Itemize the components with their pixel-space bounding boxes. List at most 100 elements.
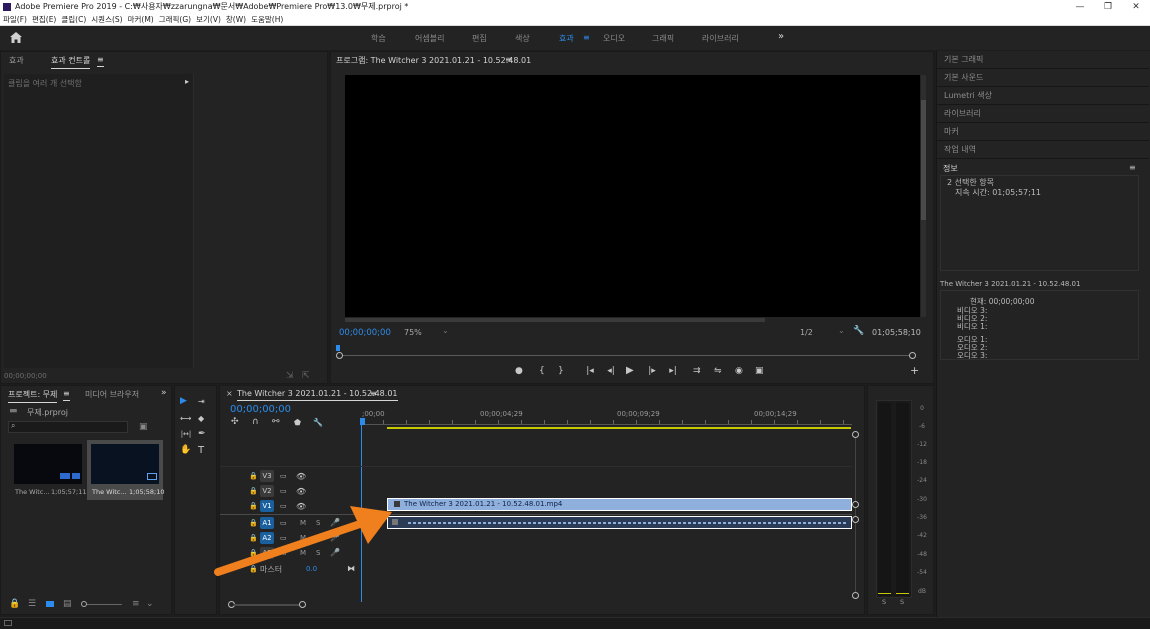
add-marker-icon[interactable]: ⬟ <box>294 418 301 427</box>
home-icon[interactable] <box>10 32 22 43</box>
timeline-vscroll-top[interactable] <box>852 431 859 438</box>
clip-end-handle[interactable] <box>852 501 859 508</box>
eye-icon[interactable]: 👁 <box>296 487 306 496</box>
sort-dropdown-icon[interactable]: ⌄ <box>146 600 154 609</box>
nest-toggle-icon[interactable]: ✣ <box>231 418 239 427</box>
mark-out-button[interactable]: } <box>558 367 564 376</box>
markers-panel[interactable]: 마커 <box>937 123 1149 141</box>
lock-icon[interactable]: 🔒 <box>9 600 20 609</box>
timeline-vscroll-bottom[interactable] <box>852 592 859 599</box>
libraries-panel[interactable]: 라이브러리 <box>937 105 1149 123</box>
scrub-left-handle[interactable] <box>336 352 343 359</box>
track-target-v3[interactable]: V3 <box>260 470 274 482</box>
resolution-select[interactable]: 1/2 <box>800 328 813 337</box>
effect-controls-menu-icon[interactable]: ≡ <box>97 55 104 67</box>
hand-tool-icon[interactable]: ✋ <box>180 446 191 455</box>
scrub-right-handle[interactable] <box>909 352 916 359</box>
restore-button[interactable]: ❐ <box>1094 0 1122 14</box>
minimize-button[interactable]: — <box>1066 0 1094 14</box>
lock-track-icon[interactable]: 🔒 <box>249 487 258 496</box>
work-area-bar[interactable] <box>387 427 851 429</box>
slip-tool-icon[interactable]: |↔| <box>178 430 194 439</box>
workspace-menu-icon[interactable]: ≡ <box>583 33 590 42</box>
audio-clip[interactable] <box>387 516 852 529</box>
info-menu-icon[interactable]: ≡ <box>1129 163 1136 172</box>
time-ruler-ticks[interactable] <box>360 420 852 425</box>
menu-file[interactable]: 파일(F) <box>3 15 27 24</box>
lock-track-icon[interactable]: 🔒 <box>249 472 258 481</box>
pen-tool-icon[interactable]: ✒ <box>198 430 206 439</box>
insert-button[interactable]: ⇉ <box>693 367 701 376</box>
selection-tool-icon[interactable]: ▶ <box>180 397 187 406</box>
razor-tool-icon[interactable]: ◆ <box>198 414 204 423</box>
video-clip[interactable]: The Witcher 3 2021.01.21 - 10.52.48.01.m… <box>387 498 852 511</box>
filter-icon[interactable]: ⇲ <box>286 372 294 381</box>
timeline-hscrollbar[interactable] <box>234 604 300 606</box>
project-search-input[interactable] <box>8 421 128 433</box>
menu-help[interactable]: 도움말(H) <box>251 15 283 24</box>
program-timecode[interactable]: 00;00;00;00 <box>339 328 391 338</box>
snap-icon[interactable]: ∩ <box>252 418 259 427</box>
add-marker-button[interactable]: ● <box>515 367 523 376</box>
eye-icon[interactable]: 👁 <box>296 472 306 481</box>
track-target-v2[interactable]: V2 <box>260 485 274 497</box>
track-select-tool-icon[interactable]: ⇥ <box>198 397 205 406</box>
timeline-vscrollbar[interactable] <box>855 438 856 592</box>
close-sequence-icon[interactable]: × <box>226 389 233 398</box>
step-back-button[interactable]: ◂| <box>604 367 618 376</box>
menu-sequence[interactable]: 시퀀스(S) <box>91 15 122 24</box>
menu-graphics[interactable]: 그래픽(G) <box>159 15 191 24</box>
icon-view-icon[interactable] <box>46 601 54 607</box>
export-frame-button[interactable]: ◉ <box>735 367 743 376</box>
timeline-timecode[interactable]: 00;00;00;00 <box>230 404 291 415</box>
new-bin-icon[interactable]: ▣ <box>139 423 148 432</box>
linked-selection-icon[interactable]: ⚯ <box>272 418 280 427</box>
zoom-slider-track[interactable] <box>87 604 122 605</box>
menu-clip[interactable]: 클립(C) <box>61 15 86 24</box>
sync-lock-icon[interactable]: ▭ <box>280 472 287 481</box>
menu-marker[interactable]: 마커(M) <box>128 15 154 24</box>
go-to-in-button[interactable]: |◂ <box>583 367 597 376</box>
type-tool-icon[interactable]: T <box>198 446 204 456</box>
more-workspaces-icon[interactable]: » <box>778 31 784 42</box>
workspace-audio[interactable]: 오디오 <box>603 33 625 44</box>
comparison-view-button[interactable]: ▣ <box>755 367 764 376</box>
list-view-icon[interactable]: ☰ <box>28 600 36 609</box>
workspace-learning[interactable]: 학습 <box>371 33 386 44</box>
program-scrub-bar[interactable] <box>339 355 911 356</box>
essential-graphics-panel[interactable]: 기본 그래픽 <box>937 51 1149 69</box>
program-video-viewer[interactable] <box>345 75 920 317</box>
history-panel[interactable]: 작업 내역 <box>937 141 1149 159</box>
program-menu-icon[interactable]: ≡ <box>505 55 512 64</box>
viewer-hscrollbar[interactable] <box>345 318 765 322</box>
menu-view[interactable]: 보기(V) <box>196 15 221 24</box>
menu-window[interactable]: 창(W) <box>226 15 246 24</box>
go-to-out-button[interactable]: ▸| <box>666 367 680 376</box>
solo-left-button[interactable]: S <box>882 598 886 606</box>
workspace-assembly[interactable]: 어셈블리 <box>415 33 444 44</box>
settings-wrench-icon[interactable]: 🔧 <box>853 327 864 336</box>
play-button[interactable]: ▶ <box>626 366 634 376</box>
workspace-graphics[interactable]: 그래픽 <box>652 33 674 44</box>
ripple-edit-tool-icon[interactable]: ⟷ <box>180 414 191 423</box>
tab-effect-controls[interactable]: 효과 컨트롤 <box>51 55 91 69</box>
sync-lock-icon[interactable]: ▭ <box>280 487 287 496</box>
playhead-handle[interactable] <box>360 418 365 425</box>
expand-arrow-icon[interactable]: ▸ <box>185 77 189 86</box>
resolution-dropdown-icon[interactable]: ⌄ <box>838 326 845 335</box>
zoom-select[interactable]: 75% <box>404 328 422 337</box>
freeform-view-icon[interactable]: ▤ <box>63 600 72 609</box>
tab-project[interactable]: 프로젝트: 무제 <box>8 389 58 403</box>
lumetri-color-panel[interactable]: Lumetri 색상 <box>937 87 1149 105</box>
mark-in-button[interactable]: { <box>539 367 545 376</box>
workspace-editing[interactable]: 편집 <box>472 33 487 44</box>
clip-end-handle[interactable] <box>852 516 859 523</box>
workspace-libraries[interactable]: 라이브러리 <box>702 33 739 44</box>
sort-icon[interactable]: ≡ <box>132 600 140 609</box>
zoom-dropdown-icon[interactable]: ⌄ <box>442 326 449 335</box>
sequence-menu-icon[interactable]: ≡ <box>370 389 377 401</box>
workspace-color[interactable]: 색상 <box>515 33 530 44</box>
menu-edit[interactable]: 편집(E) <box>32 15 56 24</box>
timeline-settings-icon[interactable]: 🔧 <box>313 418 323 427</box>
overwrite-button[interactable]: ⇋ <box>714 367 722 376</box>
